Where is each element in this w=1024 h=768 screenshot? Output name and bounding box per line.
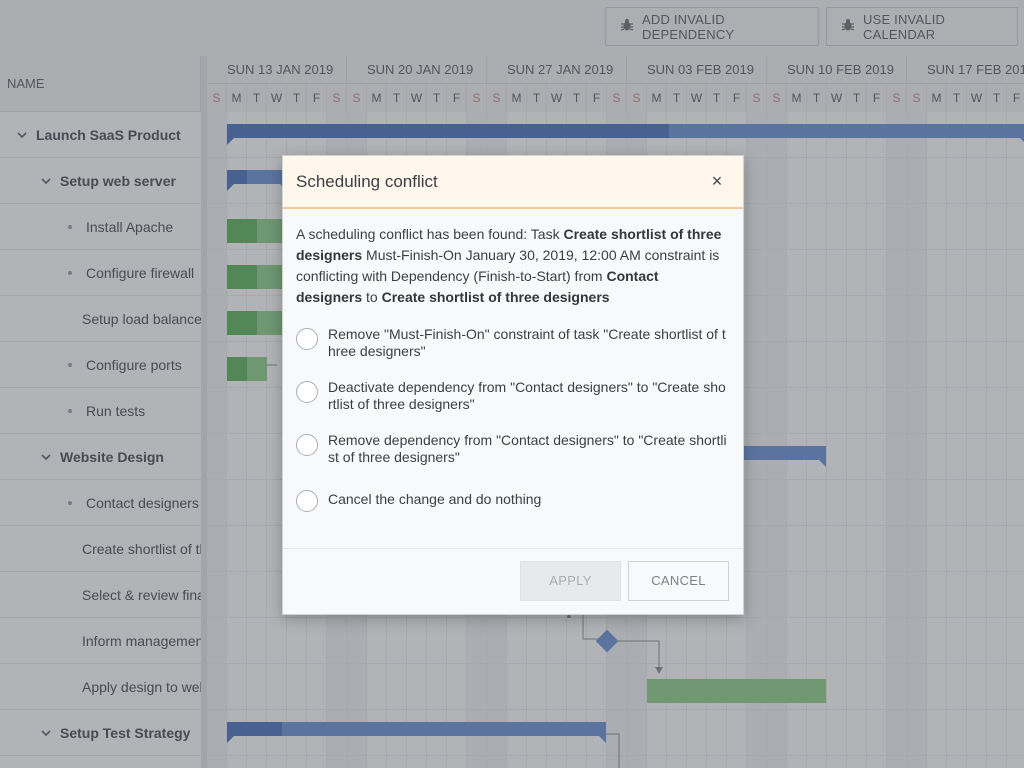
scheduling-conflict-dialog: Scheduling conflict × A scheduling confl… xyxy=(282,155,744,615)
close-icon[interactable]: × xyxy=(707,170,727,192)
message-text: to xyxy=(362,289,382,305)
gantt-app: ADD INVALID DEPENDENCY USE INVALID CALEN… xyxy=(0,0,1024,768)
radio-button[interactable] xyxy=(296,434,318,456)
radio-button[interactable] xyxy=(296,490,318,512)
option-label: Remove dependency from "Contact designer… xyxy=(328,432,727,465)
resolution-option[interactable]: Remove "Must-Finish-On" constraint of ta… xyxy=(296,326,728,360)
option-label: Remove "Must-Finish-On" constraint of ta… xyxy=(328,326,726,359)
resolution-option[interactable]: Deactivate dependency from "Contact desi… xyxy=(296,379,728,413)
resolution-option[interactable]: Cancel the change and do nothing xyxy=(296,488,728,512)
dialog-footer: APPLY CANCEL xyxy=(283,548,743,615)
resolution-option[interactable]: Remove dependency from "Contact designer… xyxy=(296,432,728,466)
conflict-message: A scheduling conflict has been found: Ta… xyxy=(296,224,728,308)
radio-button[interactable] xyxy=(296,381,318,403)
cancel-button[interactable]: CANCEL xyxy=(628,561,729,601)
dialog-title: Scheduling conflict xyxy=(296,171,438,191)
message-to-task: Create shortlist of three designers xyxy=(381,289,610,305)
dialog-header: Scheduling conflict × xyxy=(283,156,743,209)
apply-button[interactable]: APPLY xyxy=(520,561,621,601)
option-label: Cancel the change and do nothing xyxy=(328,491,542,507)
radio-button[interactable] xyxy=(296,328,318,350)
option-label: Deactivate dependency from "Contact desi… xyxy=(328,379,726,412)
message-text: A scheduling conflict has been found: Ta… xyxy=(296,226,564,242)
